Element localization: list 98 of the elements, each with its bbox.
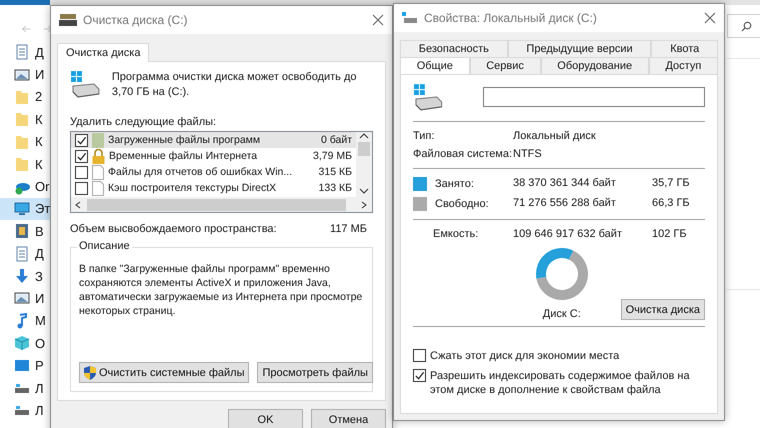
group-legend: Описание [77, 240, 132, 252]
sidebar-item[interactable]: 2 [0, 86, 52, 108]
lock-icon [92, 148, 105, 164]
option-label: Сжать этот диск для экономии места [430, 349, 620, 363]
sidebar-item[interactable]: З [0, 264, 52, 288]
size-value: 102 ГБ [651, 228, 688, 240]
disk-cleanup-button[interactable]: Очистка диска [620, 299, 705, 320]
drive-icon [59, 13, 77, 27]
info-label: Файловая система: [413, 148, 513, 160]
file-icon [92, 164, 104, 180]
picture-icon [14, 66, 30, 83]
disk-label: Диск C: [542, 308, 581, 320]
checkbox[interactable] [413, 349, 426, 362]
info-value: NTFS [513, 148, 543, 160]
sidebar-item[interactable]: О [0, 332, 52, 354]
search-field[interactable] [727, 14, 760, 38]
file-row[interactable]: Кэш построителя текстуры DirectX 133 КБ [71, 180, 356, 196]
info-label: Тип: [413, 130, 436, 142]
sidebar-item[interactable]: Д [0, 242, 52, 265]
list-label: Удалить следующие файлы: [70, 116, 218, 128]
sidebar-item[interactable]: И [0, 63, 52, 86]
dialog-button[interactable]: Отмена [311, 409, 386, 428]
description-text: В папке "Загруженные файлы программ" временно сохраняются элементы ActiveX и приложения Java, автоматически загружаемые из Интернета при просмотре некоторых страниц. [79, 262, 364, 318]
document-icon [14, 246, 30, 262]
scroll-thumb[interactable] [358, 142, 370, 156]
byte-count: 38 370 361 344 байт [513, 177, 617, 191]
size-value: 66,3 ГБ [651, 197, 691, 211]
checkbox[interactable] [75, 150, 88, 162]
video-icon [14, 223, 30, 240]
search-icon [741, 20, 752, 32]
tab[interactable]: Квота [651, 40, 718, 57]
dialog-button[interactable]: OK [228, 409, 303, 428]
close-icon[interactable] [704, 12, 716, 24]
tab[interactable]: Очистка диска [57, 43, 150, 62]
sidebar-item[interactable]: Or [0, 175, 52, 198]
checkbox[interactable] [75, 134, 88, 146]
sidebar-item[interactable]: Д [0, 41, 52, 64]
sidebar-item[interactable]: И [0, 287, 52, 310]
byte-count: 109 646 917 632 байт [513, 228, 623, 240]
size-value: 35,7 ГБ [651, 177, 691, 191]
byte-count: 71 276 556 288 байт [513, 197, 617, 211]
capacity-label: Емкость: [432, 228, 480, 240]
sidebar-item[interactable]: К [0, 108, 52, 131]
sidebar-item[interactable]: М [0, 310, 52, 332]
folder-icon [14, 134, 30, 150]
file-row[interactable]: Загруженные файлы программ 0 байт [71, 132, 356, 148]
shield-icon [84, 366, 96, 380]
intro-text: Программа очистки диска может освободить до 3,70 ГБ на (C:). [112, 70, 358, 100]
file-row[interactable]: Временные файлы Интернета 3,79 МБ [71, 148, 356, 164]
file-icon [92, 180, 104, 196]
file-row[interactable]: Файлы для отчетов об ошибках Win... 315 КБ [71, 164, 356, 180]
picture-icon [14, 290, 30, 306]
action-button[interactable]: Очистить системные файлы [79, 362, 250, 383]
close-icon[interactable] [372, 14, 384, 26]
checkbox[interactable] [75, 166, 88, 178]
info-value: Локальный диск [513, 130, 597, 142]
space-label: Объем высвобождаемого пространства: [70, 223, 277, 235]
used-space-slice [536, 248, 574, 279]
scrollbar[interactable] [71, 197, 372, 212]
scrollbar[interactable] [356, 132, 372, 197]
folder-icon [14, 156, 30, 172]
checkbox[interactable] [413, 369, 426, 382]
computer-icon [14, 200, 30, 217]
free-space-slice [536, 250, 588, 300]
drive-icon [402, 12, 418, 24]
cube-icon [14, 335, 30, 352]
folder-icon [14, 111, 30, 128]
usage-label: Занято: [413, 177, 513, 191]
window-title: Очистка диска (C:) [83, 13, 189, 27]
scroll-thumb[interactable] [87, 198, 346, 210]
package-icon [92, 132, 104, 148]
download-icon [14, 268, 30, 284]
usage-label: Свободно: [413, 197, 513, 211]
option-label: Разрешить индексировать содержимое файлов на этом диске в дополнение к свойствам файла [430, 369, 691, 397]
tab[interactable]: Сервис [470, 57, 541, 74]
desktop-icon [14, 358, 30, 374]
window-title: Свойства: Локальный диск (C:) [424, 11, 598, 25]
tab[interactable]: Общие [400, 57, 470, 74]
tab[interactable]: Безопасность [400, 40, 508, 57]
chevron-icon[interactable] [359, 132, 369, 140]
name-field[interactable] [482, 87, 705, 107]
sidebar-item[interactable]: К [0, 130, 52, 153]
action-button[interactable]: Просмотреть файлы [257, 362, 373, 383]
drive-icon [70, 70, 100, 98]
drive-icon [413, 83, 443, 111]
checkbox[interactable] [75, 182, 88, 194]
sidebar-item[interactable]: Л [0, 399, 52, 422]
sidebar-item[interactable]: К [0, 152, 52, 176]
sidebar-item[interactable]: Эт [0, 198, 52, 220]
document-icon [14, 44, 30, 60]
tab[interactable]: Доступ [648, 57, 718, 74]
folder-icon [14, 88, 30, 105]
tab[interactable]: Оборудование [540, 57, 649, 74]
sidebar-item[interactable]: Л [0, 376, 52, 400]
tab[interactable]: Предыдущие версии [508, 40, 652, 57]
sidebar-item[interactable]: Р [0, 354, 52, 377]
space-value: 117 МБ [330, 223, 367, 235]
sidebar-item[interactable]: В [0, 220, 52, 243]
